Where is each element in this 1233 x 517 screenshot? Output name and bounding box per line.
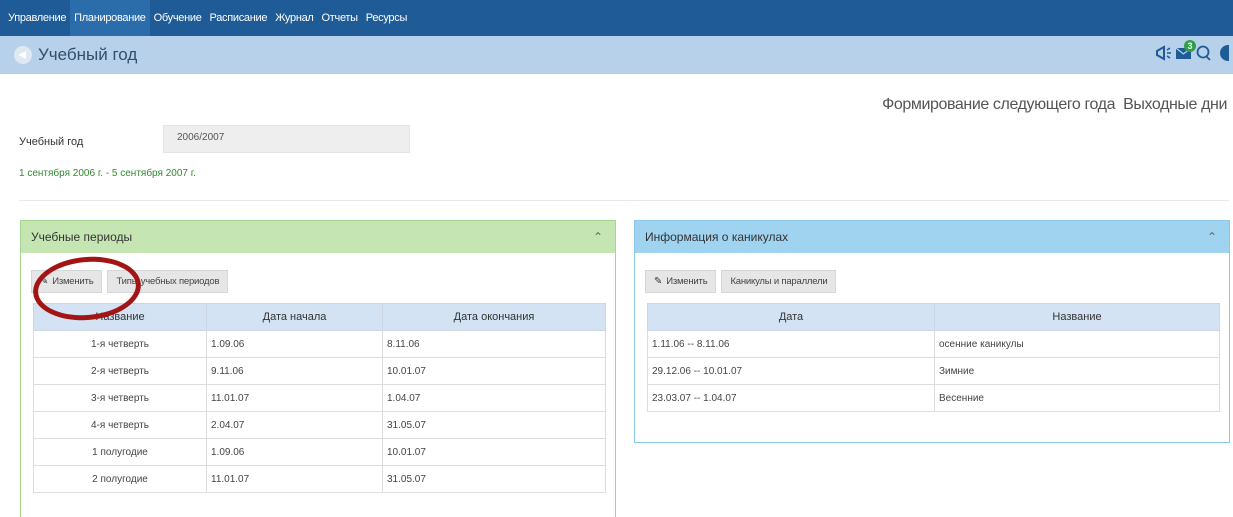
top-nav: Управление Планирование Обучение Расписа… — [0, 0, 1233, 36]
holiday-name: осенние каникулы — [934, 330, 1220, 358]
period-end: 31.05.07 — [382, 411, 606, 439]
period-end: 8.11.06 — [382, 330, 606, 358]
column-header-date[interactable]: Дата — [647, 303, 935, 331]
column-header-start[interactable]: Дата начала — [206, 303, 383, 331]
period-end: 1.04.07 — [382, 384, 606, 412]
year-range-text: 1 сентября 2006 г. - 5 сентября 2007 г. — [19, 168, 196, 179]
next-year-link[interactable]: Формирование следующего года — [882, 96, 1115, 114]
holidays-panel-header[interactable]: Информация о каникулах ⌃ — [635, 221, 1229, 253]
holiday-date: 23.03.07 -- 1.04.07 — [647, 384, 935, 412]
table-row[interactable]: 1-я четверть 1.09.06 8.11.06 — [33, 330, 606, 358]
period-name: 1-я четверть — [33, 330, 207, 358]
periods-table: Название Дата начала Дата окончания 1-я … — [33, 303, 606, 493]
nav-item-management[interactable]: Управление — [4, 0, 70, 36]
periods-toolbar: ✎ Изменить Типы учебных периодов — [31, 270, 229, 293]
holidays-parallels-button[interactable]: Каникулы и параллели — [721, 270, 837, 293]
table-row[interactable]: 2-я четверть 9.11.06 10.01.07 — [33, 357, 606, 385]
period-start: 9.11.06 — [206, 357, 383, 385]
pencil-icon: ✎ — [654, 276, 663, 287]
period-name: 4-я четверть — [33, 411, 207, 439]
title-bar: Учебный год 3 — [0, 36, 1233, 74]
nav-item-planning[interactable]: Планирование — [70, 0, 150, 36]
table-row[interactable]: 3-я четверть 11.01.07 1.04.07 — [33, 384, 606, 412]
table-row[interactable]: 1.11.06 -- 8.11.06 осенние каникулы — [647, 330, 1220, 358]
period-start: 1.09.06 — [206, 438, 383, 466]
period-end: 10.01.07 — [382, 357, 606, 385]
holidays-panel: Информация о каникулах ⌃ ✎ Изменить Кани… — [634, 220, 1230, 443]
holidays-link[interactable]: Выходные дни — [1123, 96, 1227, 114]
chat-icon[interactable] — [1195, 42, 1213, 64]
nav-item-resources[interactable]: Ресурсы — [362, 0, 411, 36]
help-icon[interactable] — [1215, 42, 1233, 64]
table-row[interactable]: 29.12.06 -- 10.01.07 Зимние — [647, 357, 1220, 385]
period-start: 11.01.07 — [206, 384, 383, 412]
edit-periods-label: Изменить — [52, 276, 94, 287]
column-header-end[interactable]: Дата окончания — [382, 303, 606, 331]
holidays-table: Дата Название 1.11.06 -- 8.11.06 осенние… — [647, 303, 1220, 412]
holiday-date: 1.11.06 -- 8.11.06 — [647, 330, 935, 358]
table-row[interactable]: 2 полугодие 11.01.07 31.05.07 — [33, 465, 606, 493]
nav-item-education[interactable]: Обучение — [150, 0, 206, 36]
nav-item-journal[interactable]: Журнал — [271, 0, 317, 36]
period-types-button[interactable]: Типы учебных периодов — [107, 270, 229, 293]
chevron-up-icon[interactable]: ⌃ — [1207, 230, 1217, 244]
holiday-name: Зимние — [934, 357, 1220, 385]
period-types-label: Типы учебных периодов — [116, 276, 220, 287]
period-end: 10.01.07 — [382, 438, 606, 466]
back-arrow-icon[interactable] — [14, 46, 32, 64]
nav-item-schedule[interactable]: Расписание — [206, 0, 272, 36]
holidays-panel-title: Информация о каникулах — [645, 230, 789, 244]
chevron-up-icon[interactable]: ⌃ — [593, 230, 603, 244]
year-field[interactable]: 2006/2007 — [163, 125, 410, 153]
page-title: Учебный год — [38, 45, 138, 64]
header-icons: 3 — [1155, 40, 1233, 64]
pencil-icon: ✎ — [40, 276, 49, 287]
column-header-name[interactable]: Название — [33, 303, 207, 331]
period-name: 2-я четверть — [33, 357, 207, 385]
table-header-row: Название Дата начала Дата окончания — [33, 303, 606, 331]
table-row[interactable]: 4-я четверть 2.04.07 31.05.07 — [33, 411, 606, 439]
period-start: 1.09.06 — [206, 330, 383, 358]
period-start: 2.04.07 — [206, 411, 383, 439]
periods-panel: Учебные периоды ⌃ ✎ Изменить Типы учебны… — [20, 220, 616, 517]
table-row[interactable]: 1 полугодие 1.09.06 10.01.07 — [33, 438, 606, 466]
holidays-toolbar: ✎ Изменить Каникулы и параллели — [645, 270, 837, 293]
period-start: 11.01.07 — [206, 465, 383, 493]
period-end: 31.05.07 — [382, 465, 606, 493]
holidays-parallels-label: Каникулы и параллели — [730, 276, 828, 287]
periods-panel-title: Учебные периоды — [31, 230, 133, 244]
periods-panel-header[interactable]: Учебные периоды ⌃ — [21, 221, 615, 253]
year-label: Учебный год — [19, 136, 84, 148]
edit-holidays-button[interactable]: ✎ Изменить — [645, 270, 717, 293]
top-links: Формирование следующего года Выходные дн… — [882, 96, 1227, 114]
megaphone-icon[interactable] — [1155, 42, 1173, 64]
holiday-date: 29.12.06 -- 10.01.07 — [647, 357, 935, 385]
holiday-name: Весенние — [934, 384, 1220, 412]
period-name: 1 полугодие — [33, 438, 207, 466]
period-name: 3-я четверть — [33, 384, 207, 412]
edit-holidays-label: Изменить — [666, 276, 708, 287]
edit-periods-button[interactable]: ✎ Изменить — [31, 270, 103, 293]
table-header-row: Дата Название — [647, 303, 1220, 331]
divider — [19, 200, 1229, 201]
nav-item-reports[interactable]: Отчеты — [318, 0, 362, 36]
mail-icon[interactable]: 3 — [1175, 40, 1196, 64]
column-header-title[interactable]: Название — [934, 303, 1220, 331]
table-row[interactable]: 23.03.07 -- 1.04.07 Весенние — [647, 384, 1220, 412]
period-name: 2 полугодие — [33, 465, 207, 493]
